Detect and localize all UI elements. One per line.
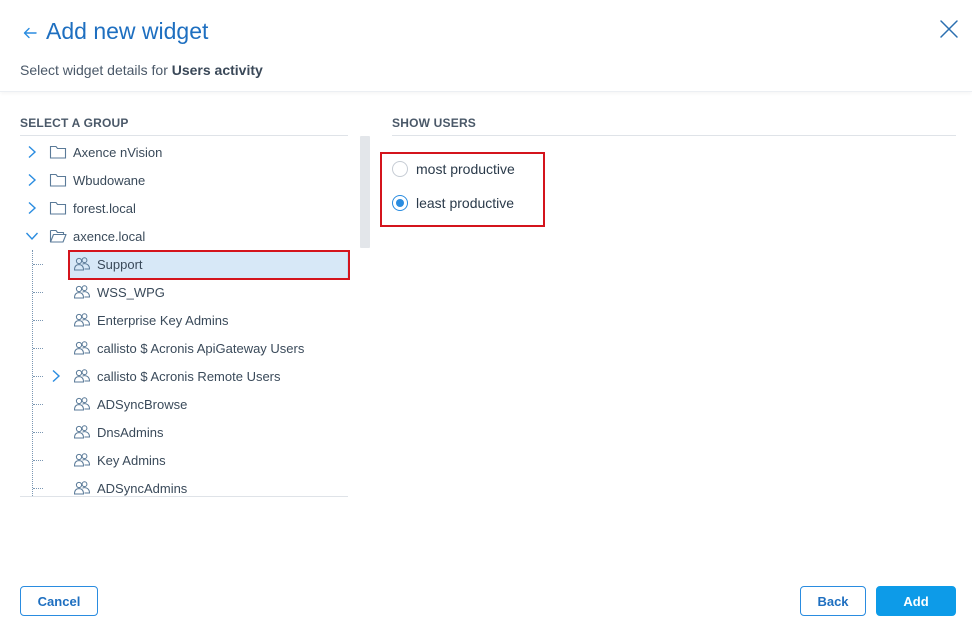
subtitle-prefix: Select widget details for: [20, 62, 172, 78]
page-title: Add new widget: [46, 18, 209, 44]
add-button[interactable]: Add: [876, 586, 956, 616]
dialog-header: Add new widget Select widget details for…: [0, 0, 972, 92]
tree-node-axence-nvision[interactable]: Axence nVision: [20, 140, 348, 164]
tree-node-key-admins[interactable]: Key Admins: [20, 448, 348, 472]
tree-node-label: callisto $ Acronis ApiGateway Users: [97, 341, 305, 356]
tree-node-dnsadmins[interactable]: DnsAdmins: [20, 420, 348, 444]
select-group-label: SELECT A GROUP: [20, 116, 129, 130]
show-users-label: SHOW USERS: [392, 116, 477, 130]
tree-node-label: WSS_WPG: [97, 285, 165, 300]
tree-node-label: ADSyncAdmins: [97, 481, 188, 496]
tree-node-label: DnsAdmins: [97, 425, 164, 440]
divider: [20, 135, 348, 136]
close-icon[interactable]: [938, 18, 960, 40]
user-group-icon: [73, 369, 91, 383]
tree-node-adsyncbrowse[interactable]: ADSyncBrowse: [20, 392, 348, 416]
selection-highlight-outline: [68, 250, 350, 280]
folder-icon: [49, 173, 67, 187]
chevron-right-icon[interactable]: [25, 173, 39, 187]
divider: [20, 496, 348, 497]
folder-open-icon: [49, 229, 67, 243]
tree-node-wbudowane[interactable]: Wbudowane: [20, 168, 348, 192]
folder-icon: [49, 201, 67, 215]
user-group-icon: [73, 397, 91, 411]
tree-node-label: Key Admins: [97, 453, 166, 468]
tree-node-axence-local[interactable]: axence.local: [20, 224, 348, 248]
tree-node-label: axence.local: [73, 229, 146, 244]
chevron-right-icon[interactable]: [25, 145, 39, 159]
user-group-icon: [73, 285, 91, 299]
back-button[interactable]: Back: [800, 586, 866, 616]
tree-node-label: Enterprise Key Admins: [97, 313, 229, 328]
tree-node-label: forest.local: [73, 201, 136, 216]
user-group-icon: [73, 481, 91, 495]
chevron-right-icon[interactable]: [49, 369, 63, 383]
user-group-icon: [73, 425, 91, 439]
tree-node-acronis-apigateway-users[interactable]: callisto $ Acronis ApiGateway Users: [20, 336, 348, 360]
chevron-right-icon[interactable]: [25, 201, 39, 215]
tree-node-enterprise-key-admins[interactable]: Enterprise Key Admins: [20, 308, 348, 332]
group-tree[interactable]: Axence nVision Wbudowane forest.local ax…: [20, 138, 348, 496]
back-arrow-icon[interactable]: [20, 22, 40, 42]
tree-node-label: Axence nVision: [73, 145, 163, 160]
user-group-icon: [73, 341, 91, 355]
chevron-down-icon[interactable]: [25, 229, 39, 243]
tree-node-adsyncadmins[interactable]: ADSyncAdmins: [20, 476, 348, 496]
tree-node-forest-local[interactable]: forest.local: [20, 196, 348, 220]
tree-node-wss-wpg[interactable]: WSS_WPG: [20, 280, 348, 304]
tree-node-label: callisto $ Acronis Remote Users: [97, 369, 281, 384]
tree-node-label: ADSyncBrowse: [97, 397, 188, 412]
cancel-button[interactable]: Cancel: [20, 586, 98, 616]
user-group-icon: [73, 453, 91, 467]
divider: [392, 135, 956, 136]
subtitle-widget-name: Users activity: [171, 62, 263, 78]
radio-highlight-outline: [380, 152, 545, 227]
tree-node-label: Wbudowane: [73, 173, 146, 188]
page-subtitle: Select widget details for Users activity: [20, 62, 263, 78]
folder-icon: [49, 145, 67, 159]
user-group-icon: [73, 313, 91, 327]
tree-scrollbar[interactable]: [360, 136, 370, 248]
tree-node-acronis-remote-users[interactable]: callisto $ Acronis Remote Users: [20, 364, 348, 388]
